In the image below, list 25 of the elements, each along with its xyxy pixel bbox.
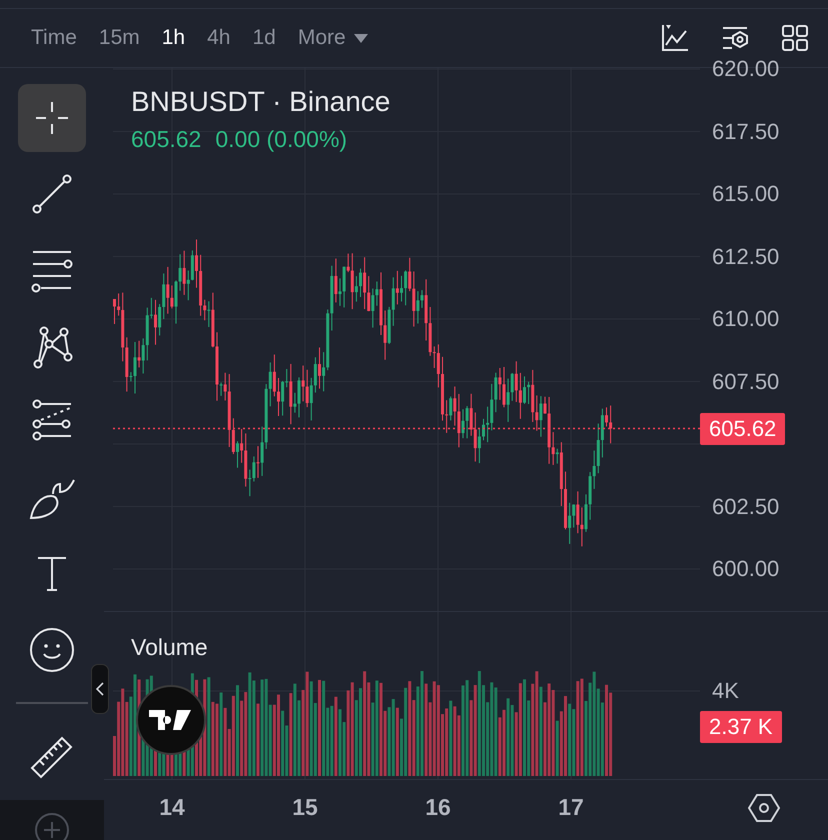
time-axis-label: 15 [292,794,318,821]
price-change-value: 0.00 (0.00%) [215,126,348,153]
time-axis-label: 14 [159,794,185,821]
price-axis-label: 620.00 [712,56,780,82]
time-axis-label: 16 [425,794,451,821]
price-axis-label: 610.00 [712,306,780,332]
volume-axis-label: 4K [712,678,739,704]
symbol-title: BNBUSDT · Binance [131,86,390,118]
interval-tab[interactable]: 1h [152,20,194,56]
current-volume-tag: 2.37 K [700,711,782,743]
price-axis-label: 615.00 [712,181,780,207]
price-axis-label: 612.50 [712,244,780,270]
price-axis-label: 600.00 [712,556,780,582]
price-axis-label: 607.50 [712,368,780,394]
interval-tab[interactable]: 15m [90,20,149,56]
current-price-tag: 605.62 [700,412,786,444]
last-price-value: 605.62 [131,126,202,153]
volume-title: Volume [131,634,208,661]
time-axis-label: 17 [558,794,584,821]
interval-tab[interactable]: Time [22,20,86,56]
interval-tab[interactable]: 4h [198,20,240,56]
price-axis-label: 602.50 [712,494,780,520]
interval-tab[interactable]: 1d [243,20,285,56]
more-dropdown[interactable]: More [288,20,377,56]
price-axis-label: 617.50 [712,118,780,144]
